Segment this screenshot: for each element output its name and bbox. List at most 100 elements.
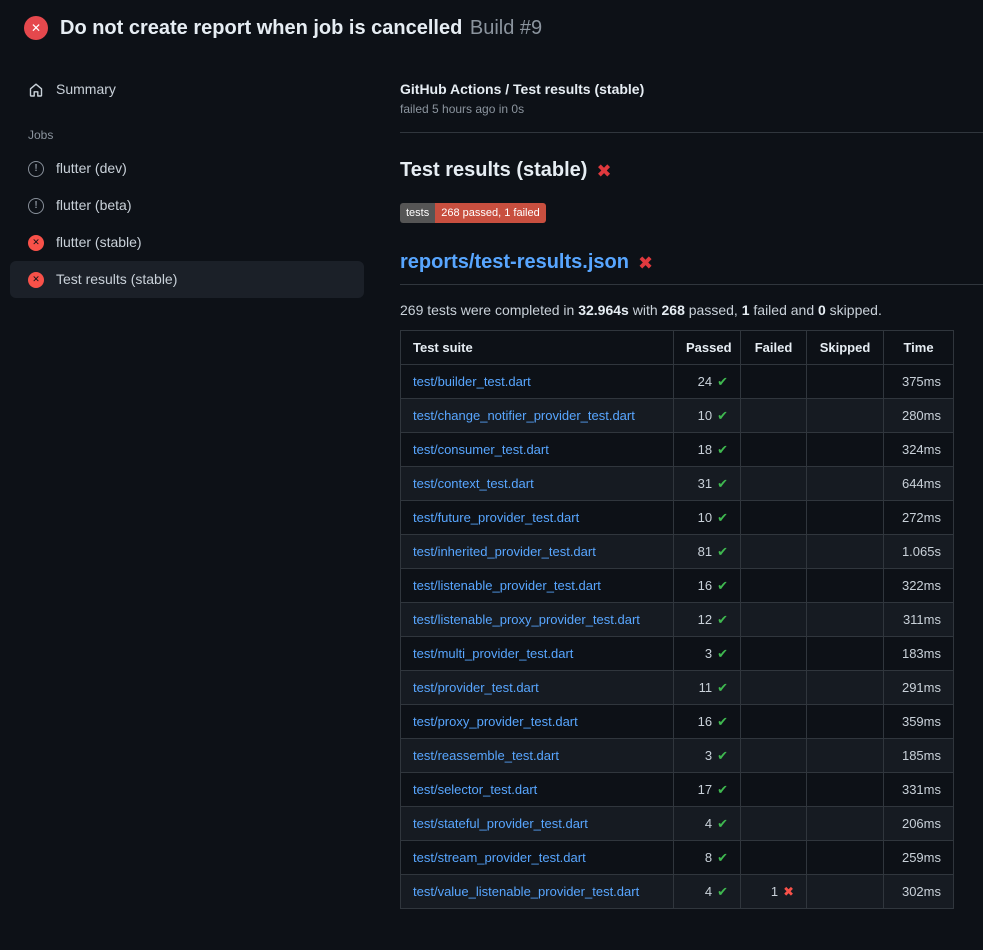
suite-cell: test/stream_provider_test.dart	[401, 841, 674, 875]
summary-text-2: with	[629, 302, 662, 318]
passed-cell: 18✔	[674, 433, 741, 467]
summary-text-4: failed and	[750, 302, 819, 318]
failed-cell	[741, 671, 807, 705]
test-suite-link[interactable]: test/change_notifier_provider_test.dart	[413, 408, 635, 423]
time-cell: 206ms	[884, 807, 954, 841]
passed-cell: 16✔	[674, 569, 741, 603]
passed-cell: 8✔	[674, 841, 741, 875]
failed-cell	[741, 433, 807, 467]
sidebar-item-job-3[interactable]: ✕flutter (stable)	[10, 224, 364, 261]
summary-text-1: 269 tests were completed in	[400, 302, 578, 318]
passed-cell: 10✔	[674, 399, 741, 433]
test-suite-link[interactable]: test/inherited_provider_test.dart	[413, 544, 596, 559]
skipped-cell	[807, 433, 884, 467]
test-suite-link[interactable]: test/stateful_provider_test.dart	[413, 816, 588, 831]
test-suite-link[interactable]: test/builder_test.dart	[413, 374, 531, 389]
test-suite-link[interactable]: test/listenable_proxy_provider_test.dart	[413, 612, 640, 627]
passed-cell: 81✔	[674, 535, 741, 569]
page-title: Do not create report when job is cancell…	[60, 15, 542, 41]
passed-cell-count: 16	[698, 578, 712, 593]
table-row: test/context_test.dart31✔644ms	[401, 467, 954, 501]
table-row: test/listenable_provider_test.dart16✔322…	[401, 569, 954, 603]
x-circle-icon: ✕	[28, 272, 44, 288]
check-icon: ✔	[717, 544, 728, 559]
column-header-skipped: Skipped	[807, 331, 884, 365]
test-suite-link[interactable]: test/context_test.dart	[413, 476, 534, 491]
failed-cell: 1✖	[741, 875, 807, 909]
test-suite-link[interactable]: test/consumer_test.dart	[413, 442, 549, 457]
time-cell: 280ms	[884, 399, 954, 433]
suite-cell: test/multi_provider_test.dart	[401, 637, 674, 671]
passed-cell: 4✔	[674, 807, 741, 841]
job-label: flutter (dev)	[56, 160, 127, 177]
suite-cell: test/context_test.dart	[401, 467, 674, 501]
run-meta: failed 5 hours ago in 0s	[400, 102, 983, 116]
column-header-time: Time	[884, 331, 954, 365]
skipped-cell	[807, 637, 884, 671]
test-suite-link[interactable]: test/stream_provider_test.dart	[413, 850, 586, 865]
check-icon: ✔	[717, 510, 728, 525]
test-suite-link[interactable]: test/future_provider_test.dart	[413, 510, 579, 525]
check-icon: ✔	[717, 850, 728, 865]
time-cell: 272ms	[884, 501, 954, 535]
test-suite-link[interactable]: test/provider_test.dart	[413, 680, 539, 695]
exclamation-circle-icon: !	[28, 198, 44, 214]
passed-cell: 16✔	[674, 705, 741, 739]
sidebar-item-job-1[interactable]: !flutter (dev)	[10, 150, 364, 187]
sidebar-item-job-2[interactable]: ! flutter (beta)	[10, 187, 364, 224]
failed-cell	[741, 705, 807, 739]
time-cell: 259ms	[884, 841, 954, 875]
passed-cell: 3✔	[674, 637, 741, 671]
skipped-cell	[807, 535, 884, 569]
time-cell: 644ms	[884, 467, 954, 501]
passed-cell: 10 ✔	[674, 501, 741, 535]
passed-cell-count: 10	[698, 408, 712, 423]
time-cell: 1.065s	[884, 535, 954, 569]
job-label: flutter (beta)	[56, 197, 131, 214]
page-header: ✕ Do not create report when job is cance…	[0, 0, 983, 53]
time-cell: 311ms	[884, 603, 954, 637]
failed-cell	[741, 807, 807, 841]
check-icon: ✔	[717, 816, 728, 831]
table-row: test/proxy_provider_test.dart16✔359ms	[401, 705, 954, 739]
time-cell: 324ms	[884, 433, 954, 467]
summary-failed-count: 1	[742, 302, 750, 318]
suite-cell: test/builder_test.dart	[401, 365, 674, 399]
failed-cross-icon: ✖	[638, 254, 653, 272]
report-heading: reports/test-results.json ✖	[400, 251, 983, 285]
passed-cell: 4✔	[674, 875, 741, 909]
check-icon: ✔	[717, 680, 728, 695]
passed-cell-count: 10	[698, 510, 712, 525]
test-suite-link[interactable]: test/multi_provider_test.dart	[413, 646, 573, 661]
passed-cell: 24✔	[674, 365, 741, 399]
passed-cell-count: 16	[698, 714, 712, 729]
failed-cross-icon: ✖	[596, 162, 611, 180]
test-suite-link[interactable]: test/reassemble_test.dart	[413, 748, 559, 763]
failed-cell	[741, 365, 807, 399]
failed-cell	[741, 535, 807, 569]
failed-cell	[741, 637, 807, 671]
sidebar-item-job-4[interactable]: ✕Test results (stable)	[10, 261, 364, 298]
time-cell: 185ms	[884, 739, 954, 773]
suite-cell: test/future_provider_test.dart	[401, 501, 674, 535]
breadcrumb: GitHub Actions / Test results (stable)	[400, 81, 983, 97]
passed-cell-count: 3	[705, 646, 712, 661]
test-suite-link[interactable]: test/proxy_provider_test.dart	[413, 714, 578, 729]
passed-cell-count: 24	[698, 374, 712, 389]
report-link[interactable]: reports/test-results.json	[400, 251, 629, 274]
passed-cell-count: 3	[705, 748, 712, 763]
skipped-cell	[807, 671, 884, 705]
table-header-row: Test suitePassedFailedSkippedTime	[401, 331, 954, 365]
suite-cell: test/selector_test.dart	[401, 773, 674, 807]
suite-cell: test/change_notifier_provider_test.dart	[401, 399, 674, 433]
failed-cell	[741, 739, 807, 773]
test-suite-link[interactable]: test/value_listenable_provider_test.dart	[413, 884, 639, 899]
check-icon: ✔	[717, 884, 728, 899]
passed-cell: 3✔	[674, 739, 741, 773]
x-circle-icon: ✕	[28, 235, 44, 251]
passed-cell-count: 8	[705, 850, 712, 865]
test-suite-link[interactable]: test/selector_test.dart	[413, 782, 537, 797]
test-suite-link[interactable]: test/listenable_provider_test.dart	[413, 578, 601, 593]
sidebar-item-summary[interactable]: Summary	[10, 71, 364, 108]
suite-cell: test/listenable_provider_test.dart	[401, 569, 674, 603]
